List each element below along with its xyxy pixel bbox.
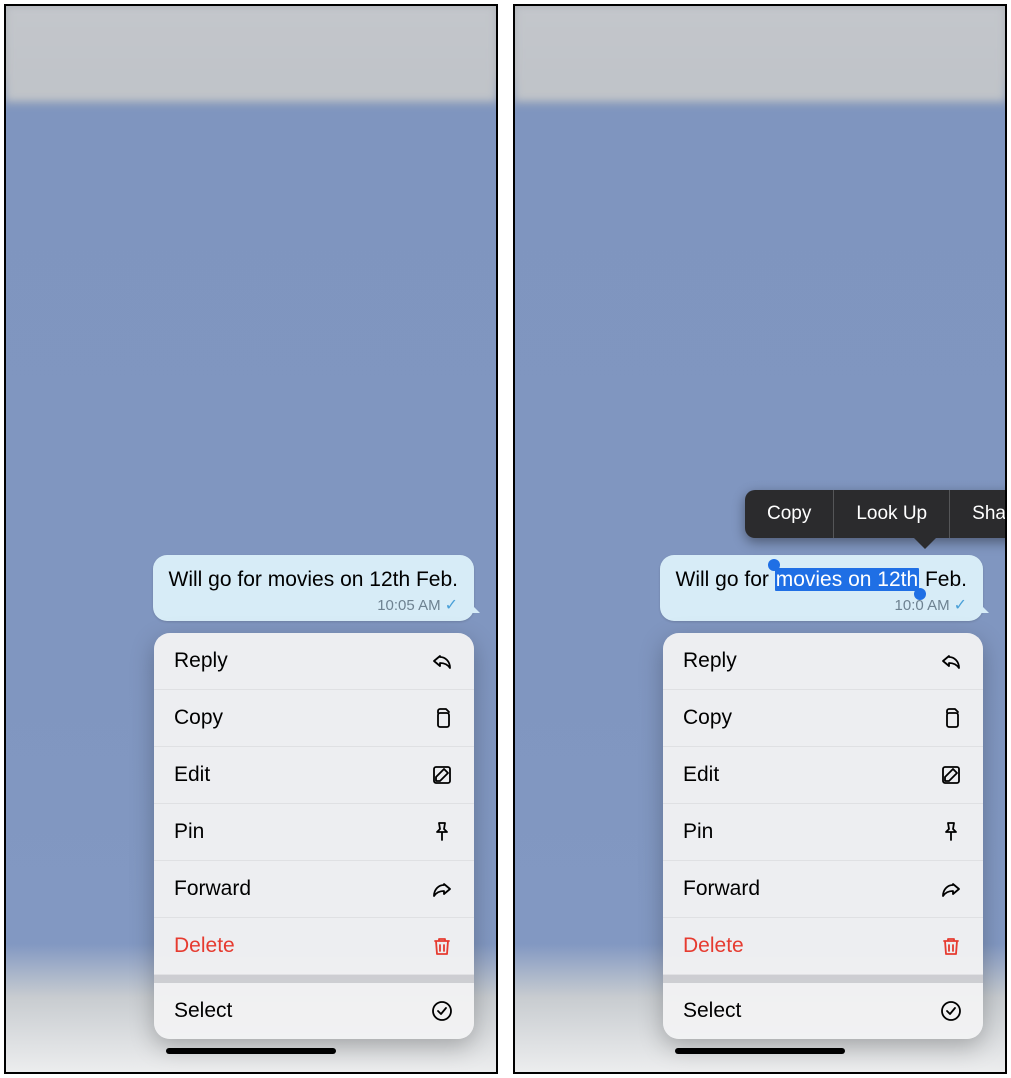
menu-edit-label: Edit bbox=[174, 763, 210, 787]
check-circle-icon bbox=[939, 999, 963, 1023]
check-circle-icon bbox=[430, 999, 454, 1023]
menu-select[interactable]: Select bbox=[663, 983, 983, 1039]
message-bubble[interactable]: Will go for movies on 12th Feb. 10:05 AM… bbox=[153, 555, 474, 621]
menu-delete[interactable]: Delete bbox=[663, 918, 983, 975]
menu-reply[interactable]: Reply bbox=[154, 633, 474, 690]
context-menu: Reply Copy Edit Pin bbox=[663, 633, 983, 1039]
checkmark-icon: ✓ bbox=[445, 595, 458, 615]
menu-select[interactable]: Select bbox=[154, 983, 474, 1039]
menu-delete[interactable]: Delete bbox=[154, 918, 474, 975]
callout-lookup[interactable]: Look Up bbox=[834, 490, 950, 538]
square-pencil-icon bbox=[430, 763, 454, 787]
documents-icon bbox=[939, 706, 963, 730]
blurred-header bbox=[515, 6, 1005, 101]
context-menu: Reply Copy Edit Pin bbox=[154, 633, 474, 1039]
menu-separator bbox=[663, 975, 983, 983]
menu-delete-label: Delete bbox=[683, 934, 744, 958]
menu-reply-label: Reply bbox=[174, 649, 228, 673]
callout-copy[interactable]: Copy bbox=[745, 490, 834, 538]
menu-pin-label: Pin bbox=[174, 820, 204, 844]
pin-icon bbox=[939, 820, 963, 844]
trash-icon bbox=[939, 934, 963, 958]
menu-forward[interactable]: Forward bbox=[154, 861, 474, 918]
checkmark-icon: ✓ bbox=[954, 595, 967, 615]
menu-pin[interactable]: Pin bbox=[154, 804, 474, 861]
share-arrow-icon bbox=[430, 877, 454, 901]
message-text: Will go for movies on 12th Feb. bbox=[676, 567, 967, 593]
menu-reply-label: Reply bbox=[683, 649, 737, 673]
message-text: Will go for movies on 12th Feb. bbox=[169, 567, 458, 593]
menu-separator bbox=[154, 975, 474, 983]
menu-select-label: Select bbox=[174, 999, 232, 1023]
blurred-header bbox=[6, 6, 496, 101]
menu-copy-label: Copy bbox=[174, 706, 223, 730]
menu-copy[interactable]: Copy bbox=[154, 690, 474, 747]
square-pencil-icon bbox=[939, 763, 963, 787]
share-arrow-icon bbox=[939, 877, 963, 901]
menu-pin-label: Pin bbox=[683, 820, 713, 844]
menu-edit[interactable]: Edit bbox=[663, 747, 983, 804]
documents-icon bbox=[430, 706, 454, 730]
message-text-suffix: Feb. bbox=[919, 568, 967, 591]
menu-forward-label: Forward bbox=[174, 877, 251, 901]
home-indicator[interactable] bbox=[166, 1048, 336, 1054]
home-indicator[interactable] bbox=[675, 1048, 845, 1054]
pin-icon bbox=[430, 820, 454, 844]
message-text-prefix: Will go for bbox=[676, 568, 775, 591]
callout-share[interactable]: Share bbox=[950, 490, 1007, 538]
menu-edit-label: Edit bbox=[683, 763, 719, 787]
screenshot-right: Copy Look Up Share Will go for movies on… bbox=[513, 4, 1007, 1074]
text-selection-callout: Copy Look Up Share bbox=[745, 490, 1007, 538]
menu-delete-label: Delete bbox=[174, 934, 235, 958]
menu-pin[interactable]: Pin bbox=[663, 804, 983, 861]
reply-arrow-icon bbox=[430, 649, 454, 673]
trash-icon bbox=[430, 934, 454, 958]
screenshot-left: Will go for movies on 12th Feb. 10:05 AM… bbox=[4, 4, 498, 1074]
message-time: 10:05 AM bbox=[377, 597, 440, 614]
message-bubble[interactable]: Will go for movies on 12th Feb. 10:0 AM … bbox=[660, 555, 983, 621]
menu-forward[interactable]: Forward bbox=[663, 861, 983, 918]
menu-edit[interactable]: Edit bbox=[154, 747, 474, 804]
reply-arrow-icon bbox=[939, 649, 963, 673]
menu-reply[interactable]: Reply bbox=[663, 633, 983, 690]
menu-forward-label: Forward bbox=[683, 877, 760, 901]
menu-copy[interactable]: Copy bbox=[663, 690, 983, 747]
menu-select-label: Select bbox=[683, 999, 741, 1023]
text-selection[interactable]: movies on 12th bbox=[775, 568, 919, 591]
menu-copy-label: Copy bbox=[683, 706, 732, 730]
message-meta: 10:05 AM ✓ bbox=[169, 595, 458, 615]
